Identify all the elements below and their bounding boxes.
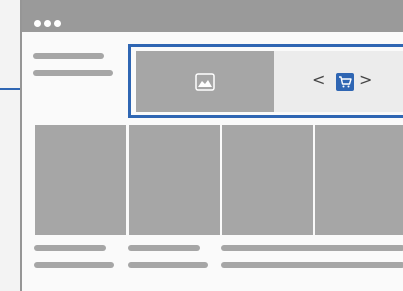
content-tile-1[interactable] (35, 125, 126, 235)
content-tile-2[interactable] (129, 125, 220, 235)
caption-1-line-2 (34, 262, 114, 268)
caption-1-line-1 (34, 245, 106, 251)
window-control-minimize[interactable] (44, 20, 51, 27)
carousel-next-arrow[interactable]: > (359, 71, 372, 89)
product-carousel: < > (274, 51, 403, 112)
sidebar-title-placeholder (33, 53, 104, 59)
caption-3-line-2 (221, 262, 403, 268)
browser-titlebar (22, 0, 403, 32)
content-tile-4[interactable] (315, 125, 403, 235)
image-icon (195, 73, 215, 91)
content-tile-3[interactable] (222, 125, 313, 235)
carousel-prev-arrow[interactable]: < (312, 71, 325, 89)
caption-2-line-1 (128, 245, 200, 251)
shopping-cart-icon[interactable] (336, 73, 354, 91)
caption-2-line-2 (128, 262, 208, 268)
sidebar-subtitle-placeholder (33, 70, 113, 76)
caption-3-line-1 (221, 245, 403, 251)
window-control-maximize[interactable] (54, 20, 61, 27)
hero-image-placeholder (136, 51, 274, 112)
window-control-close[interactable] (34, 20, 41, 27)
